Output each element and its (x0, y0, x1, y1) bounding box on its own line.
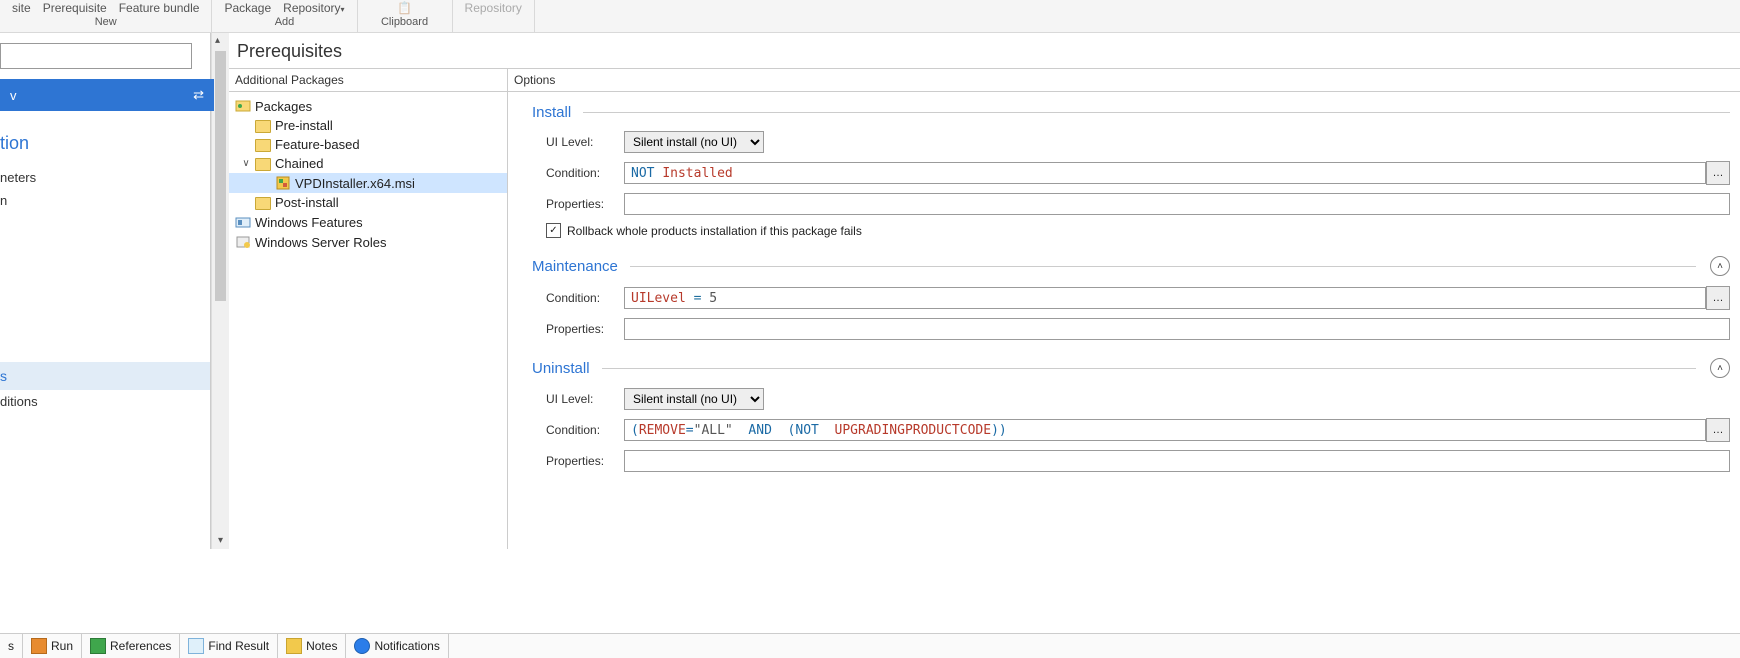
notes-icon (286, 638, 302, 654)
ribbon-group-label-clip: Clipboard (381, 16, 428, 28)
tree-postinstall[interactable]: Post-install (229, 193, 507, 212)
uninst-cond-browse-button[interactable]: … (1706, 418, 1730, 442)
main-body: v ⇄ tion neters n s ditions ▴ ▾ Prerequi… (0, 33, 1740, 549)
ribbon-item-feature[interactable]: Feature bundle (119, 1, 200, 15)
ribbon-item-repository[interactable]: Repository▾ (283, 1, 344, 15)
uninst-prop-input[interactable] (624, 450, 1730, 472)
status-findresult-button[interactable]: Find Result (180, 634, 278, 658)
install-rollback-checkbox[interactable]: ✓ Rollback whole products installation i… (546, 223, 1730, 238)
uninstall-group: Uninstall ˄ UI Level: Silent install (no… (532, 358, 1730, 472)
options-panel: Options Install UI Level: Silent ins (508, 69, 1740, 549)
ribbon: site Prerequisite Feature bundle New Pac… (0, 0, 1740, 33)
content-area: Prerequisites Additional Packages Packag… (229, 33, 1740, 549)
search-input[interactable] (0, 43, 192, 69)
status-notes-button[interactable]: Notes (278, 634, 346, 658)
uninst-uilevel-label: UI Level: (546, 392, 624, 406)
ribbon-item-prereq[interactable]: Prerequisite (43, 1, 107, 15)
scroll-thumb[interactable] (215, 51, 226, 301)
notifications-icon (354, 638, 370, 654)
tree-msi-file[interactable]: VPDInstaller.x64.msi (229, 173, 507, 193)
ribbon-item-repo2[interactable]: Repository (465, 1, 522, 15)
uninst-cond-input[interactable]: (REMOVE="ALL" AND (NOT UPGRADINGPRODUCTC… (624, 419, 1706, 441)
references-icon (90, 638, 106, 654)
maintenance-group: Maintenance ˄ Condition: UILevel = 5 … (532, 256, 1730, 340)
maint-prop-input[interactable] (624, 318, 1730, 340)
status-notifications-button[interactable]: Notifications (346, 634, 448, 658)
msi-icon (275, 175, 291, 191)
folder-icon (255, 197, 271, 210)
tree-preinstall[interactable]: Pre-install (229, 116, 507, 135)
maint-prop-label: Properties: (546, 322, 624, 336)
run-icon (31, 638, 47, 654)
ribbon-group-label-repo (492, 16, 495, 28)
nav-item-1[interactable]: neters (0, 166, 210, 189)
tree-root[interactable]: Packages (229, 96, 507, 116)
folder-icon (255, 158, 271, 171)
primary-action-button[interactable]: v ⇄ (0, 79, 214, 111)
folder-icon (255, 120, 271, 133)
install-group: Install UI Level: Silent install (no UI) (532, 104, 1730, 238)
features-icon (235, 214, 251, 230)
scroll-up-icon[interactable]: ▴ (215, 33, 226, 49)
nav-item-2[interactable]: n (0, 189, 210, 212)
tree-header: Additional Packages (229, 69, 507, 92)
nav-item-last[interactable]: ditions (0, 390, 210, 413)
ribbon-group-label-new: New (95, 16, 117, 28)
ribbon-group-add: Package Repository▾ Add (212, 0, 357, 32)
status-run-button[interactable]: Run (23, 634, 82, 658)
nav-item-selected[interactable]: s (0, 362, 210, 390)
install-uilevel-select[interactable]: Silent install (no UI) (624, 131, 764, 153)
install-uilevel-label: UI Level: (546, 135, 624, 149)
uninst-cond-label: Condition: (546, 423, 624, 437)
swap-icon: ⇄ (193, 87, 204, 103)
install-prop-input[interactable] (624, 193, 1730, 215)
ribbon-group-new: site Prerequisite Feature bundle New (0, 0, 212, 32)
tree-chained[interactable]: ∨ Chained (229, 154, 507, 173)
status-bar: s Run References Find Result Notes Notif… (0, 633, 1740, 658)
left-nav: v ⇄ tion neters n s ditions (0, 33, 211, 549)
find-icon (188, 638, 204, 654)
tree-featurebased[interactable]: Feature-based (229, 135, 507, 154)
page-title: Prerequisites (229, 33, 1740, 68)
expand-caret-icon[interactable]: ∨ (241, 158, 251, 169)
maint-cond-input[interactable]: UILevel = 5 (624, 287, 1706, 309)
maint-cond-label: Condition: (546, 291, 624, 305)
uninst-uilevel-select[interactable]: Silent install (no UI) (624, 388, 764, 410)
packages-tree: Additional Packages Packages Pre-install (229, 69, 508, 549)
folder-icon (255, 139, 271, 152)
uninst-prop-label: Properties: (546, 454, 624, 468)
install-cond-label: Condition: (546, 166, 624, 180)
install-prop-label: Properties: (546, 197, 624, 211)
tree-winserverroles[interactable]: Windows Server Roles (229, 232, 507, 252)
ribbon-item-paste-icon: 📋 (397, 1, 412, 15)
install-cond-input[interactable]: NOT Installed (624, 162, 1706, 184)
ribbon-group-repo: Repository (453, 0, 535, 32)
ribbon-group-label-add: Add (275, 16, 295, 28)
status-item-s[interactable]: s (0, 634, 23, 658)
ribbon-item-package[interactable]: Package (224, 1, 271, 15)
checkbox-icon: ✓ (546, 223, 561, 238)
primary-action-label: v (10, 88, 17, 103)
ribbon-item-site[interactable]: site (12, 1, 31, 15)
panels: Additional Packages Packages Pre-install (229, 68, 1740, 549)
ribbon-group-clipboard: 📋 Clipboard (358, 0, 453, 32)
nav-heading: tion (0, 125, 210, 166)
status-references-button[interactable]: References (82, 634, 180, 658)
uninst-collapse-button[interactable]: ˄ (1710, 358, 1730, 378)
install-rollback-label: Rollback whole products installation if … (567, 224, 862, 238)
packages-icon (235, 98, 251, 114)
options-header: Options (508, 69, 1740, 92)
maint-cond-browse-button[interactable]: … (1706, 286, 1730, 310)
maint-collapse-button[interactable]: ˄ (1710, 256, 1730, 276)
uninst-title: Uninstall (532, 360, 590, 377)
install-cond-browse-button[interactable]: … (1706, 161, 1730, 185)
scroll-down-icon[interactable]: ▾ (218, 533, 223, 549)
tree-winfeatures[interactable]: Windows Features (229, 212, 507, 232)
install-title: Install (532, 104, 571, 121)
maint-title: Maintenance (532, 258, 618, 275)
serverroles-icon (235, 234, 251, 250)
